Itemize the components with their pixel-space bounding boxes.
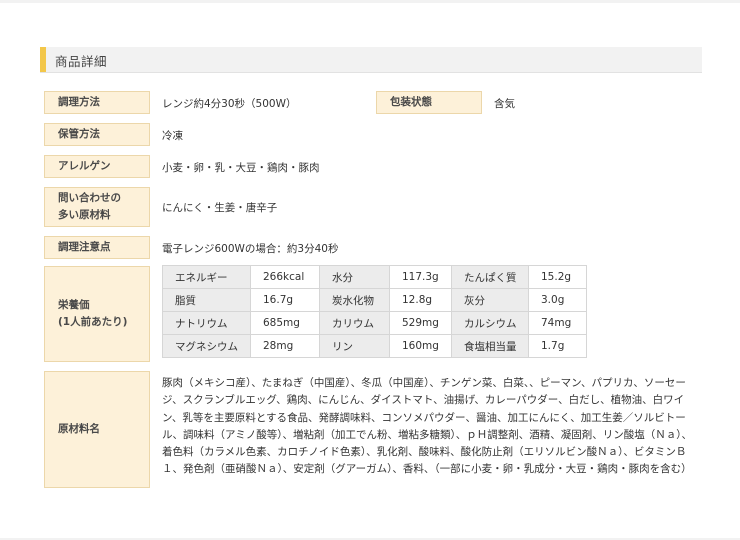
nutrition-key: カルシウム <box>451 311 529 335</box>
storage-method-value: 冷凍 <box>162 130 183 142</box>
raw-materials-value: 豚肉（メキシコ産）、たまねぎ（中国産）、冬瓜（中国産）、チンゲン菜、白菜、、ピー… <box>162 377 693 476</box>
cooking-caution-label: 調理注意点 <box>44 236 150 259</box>
nutrition-key: エネルギー <box>162 265 251 289</box>
nutrition-key: マグネシウム <box>162 334 251 358</box>
package-state-value: 含気 <box>494 98 515 110</box>
section-title: 商品詳細 <box>55 54 108 69</box>
nutrition-value: 15.2g <box>528 265 587 289</box>
nutrition-label-line2: (1人前あたり) <box>58 316 128 328</box>
nutrition-key: 脂質 <box>162 288 251 312</box>
nutrition-value: 74mg <box>528 311 587 335</box>
cooking-method-label: 調理方法 <box>44 91 150 114</box>
inquiry-ingredients-value: にんにく・生姜・唐辛子 <box>162 202 278 214</box>
nutrition-table: エネルギー 266kcal 水分 117.3g たんぱく質 15.2g 脂質 1… <box>162 265 587 358</box>
nutrition-key: 水分 <box>319 265 390 289</box>
nutrition-label: 栄養価 (1人前あたり) <box>44 266 150 362</box>
nutrition-row: 脂質 16.7g 炭水化物 12.8g 灰分 3.0g <box>162 288 587 312</box>
nutrition-value: 16.7g <box>250 288 320 312</box>
nutrition-value: 3.0g <box>528 288 587 312</box>
nutrition-value: 12.8g <box>389 288 452 312</box>
nutrition-value: 1.7g <box>528 334 587 358</box>
section-header: 商品詳細 <box>40 47 702 73</box>
nutrition-value: 28mg <box>250 334 320 358</box>
nutrition-key: ナトリウム <box>162 311 251 335</box>
nutrition-key: 灰分 <box>451 288 529 312</box>
storage-method-label: 保管方法 <box>44 123 150 146</box>
nutrition-key: リン <box>319 334 390 358</box>
section-header-accent <box>40 47 46 72</box>
allergen-label: アレルゲン <box>44 155 150 178</box>
nutrition-value: 685mg <box>250 311 320 335</box>
package-state-label: 包装状態 <box>376 91 482 114</box>
inquiry-ingredients-label: 問い合わせの 多い原材料 <box>44 187 150 227</box>
nutrition-value: 529mg <box>389 311 452 335</box>
raw-materials-label: 原材料名 <box>44 371 150 488</box>
nutrition-key: たんぱく質 <box>451 265 529 289</box>
cooking-method-value: レンジ約4分30秒（500W） <box>162 98 297 110</box>
allergen-value: 小麦・卵・乳・大豆・鶏肉・豚肉 <box>162 162 320 174</box>
top-divider <box>0 0 740 3</box>
nutrition-row: マグネシウム 28mg リン 160mg 食塩相当量 1.7g <box>162 334 587 358</box>
nutrition-value: 266kcal <box>250 265 320 289</box>
nutrition-row: ナトリウム 685mg カリウム 529mg カルシウム 74mg <box>162 311 587 335</box>
nutrition-key: 食塩相当量 <box>451 334 529 358</box>
nutrition-label-line1: 栄養価 <box>58 299 90 311</box>
inquiry-label-line2: 多い原材料 <box>58 209 111 221</box>
cooking-caution-value: 電子レンジ600Wの場合：約3分40秒 <box>162 243 339 255</box>
nutrition-row: エネルギー 266kcal 水分 117.3g たんぱく質 15.2g <box>162 265 587 289</box>
nutrition-key: カリウム <box>319 311 390 335</box>
nutrition-value: 160mg <box>389 334 452 358</box>
inquiry-label-line1: 問い合わせの <box>58 192 121 204</box>
nutrition-key: 炭水化物 <box>319 288 390 312</box>
nutrition-value: 117.3g <box>389 265 452 289</box>
